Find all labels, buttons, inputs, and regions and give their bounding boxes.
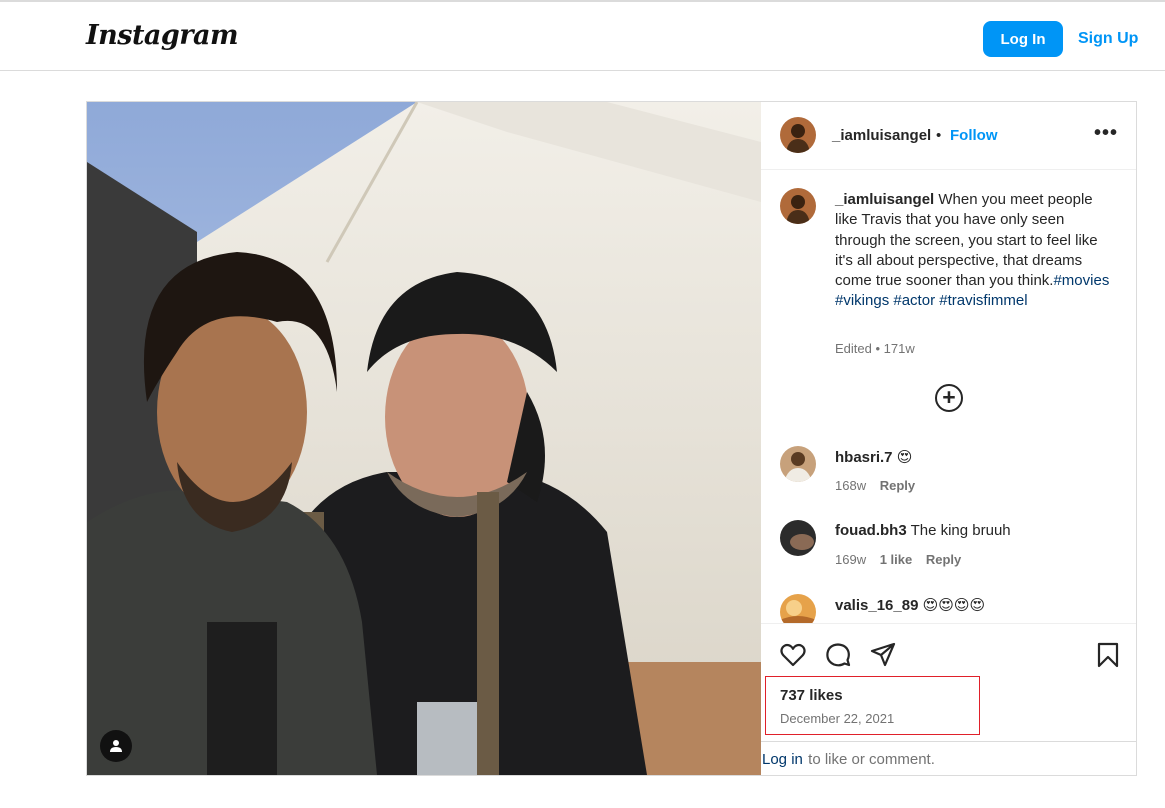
avatar-image xyxy=(780,446,816,482)
login-prompt-text: to like or comment. xyxy=(804,751,935,768)
hashtag-link[interactable]: #actor xyxy=(893,292,935,309)
hashtag-link[interactable]: #travisfimmel xyxy=(939,292,1027,309)
bookmark-icon[interactable] xyxy=(1094,641,1122,669)
comment-likes[interactable]: 1 like xyxy=(880,552,913,567)
comment-item: valis_16_89 😍😍😍😍 xyxy=(761,594,1136,623)
author-avatar[interactable] xyxy=(780,117,816,153)
comment-item: hbasri.7 😍 168w Reply xyxy=(761,446,1136,506)
caption-meta: Edited • 171w xyxy=(835,341,915,356)
likes-highlight-box xyxy=(765,676,980,735)
signup-button[interactable]: Sign Up xyxy=(1078,21,1138,57)
post-date: December 22, 2021 xyxy=(780,711,895,726)
commenter-avatar[interactable] xyxy=(780,594,816,623)
hashtag-link[interactable]: #vikings xyxy=(835,292,889,309)
reply-button[interactable]: Reply xyxy=(926,552,961,567)
comment-meta: 168w Reply xyxy=(835,478,915,493)
comment-meta: 169w 1 like Reply xyxy=(835,552,961,567)
comment-text: 😍 xyxy=(896,449,913,466)
comment-text: The king bruuh xyxy=(910,522,1011,539)
commenter-avatar[interactable] xyxy=(780,446,816,482)
author-username[interactable]: _iamluisangel xyxy=(832,127,931,144)
comments-list[interactable]: _iamluisangel When you meet people like … xyxy=(761,170,1136,623)
comment-username[interactable]: valis_16_89 xyxy=(835,597,918,614)
post-photo[interactable] xyxy=(87,102,761,775)
comment-text: 😍😍😍😍 xyxy=(922,597,986,614)
photo-illustration xyxy=(87,102,761,775)
post-header: _iamluisangel • Follow ••• xyxy=(761,102,1136,170)
comment-username[interactable]: fouad.bh3 xyxy=(835,522,907,539)
avatar-image xyxy=(780,117,816,153)
post-sidebar: _iamluisangel • Follow ••• _iamluisangel… xyxy=(761,102,1136,775)
user-silhouette-icon xyxy=(110,740,122,752)
plus-circle-icon[interactable]: + xyxy=(935,384,963,412)
avatar-image xyxy=(780,520,816,556)
comment-line: fouad.bh3 The king bruuh xyxy=(835,522,1011,539)
heart-icon[interactable] xyxy=(779,641,807,669)
separator-dot: • xyxy=(936,127,942,144)
user-tag-icon[interactable] xyxy=(100,730,132,762)
hashtag-link[interactable]: #movies xyxy=(1053,272,1109,289)
avatar-image xyxy=(780,188,816,224)
comment-item: fouad.bh3 The king bruuh 169w 1 like Rep… xyxy=(761,520,1136,580)
post-caption: _iamluisangel When you meet people like … xyxy=(835,190,1115,312)
avatar-image xyxy=(780,594,816,623)
comment-age: 169w xyxy=(835,552,867,567)
comment-line: valis_16_89 😍😍😍😍 xyxy=(835,596,985,614)
reply-button[interactable]: Reply xyxy=(880,478,915,493)
comment-age: 168w xyxy=(835,478,867,493)
comment-icon[interactable] xyxy=(824,641,852,669)
top-navbar: Instagram Log In Sign Up xyxy=(0,0,1165,71)
login-button[interactable]: Log In xyxy=(983,21,1063,57)
commenter-avatar[interactable] xyxy=(780,520,816,556)
login-link[interactable]: Log in xyxy=(762,751,803,768)
follow-button[interactable]: Follow xyxy=(950,127,998,144)
more-icon[interactable]: ••• xyxy=(1094,122,1118,145)
caption-avatar[interactable] xyxy=(780,188,816,224)
likes-count[interactable]: 737 likes xyxy=(780,687,843,704)
instagram-logo[interactable]: Instagram xyxy=(86,20,239,51)
comment-username[interactable]: hbasri.7 xyxy=(835,449,893,466)
login-prompt: Log in to like or comment. xyxy=(761,741,1136,775)
post-card: _iamluisangel • Follow ••• _iamluisangel… xyxy=(86,101,1137,776)
comment-line: hbasri.7 😍 xyxy=(835,448,912,466)
post-actions: 737 likes December 22, 2021 xyxy=(761,623,1136,741)
share-icon[interactable] xyxy=(869,641,897,669)
caption-username[interactable]: _iamluisangel xyxy=(835,191,934,208)
